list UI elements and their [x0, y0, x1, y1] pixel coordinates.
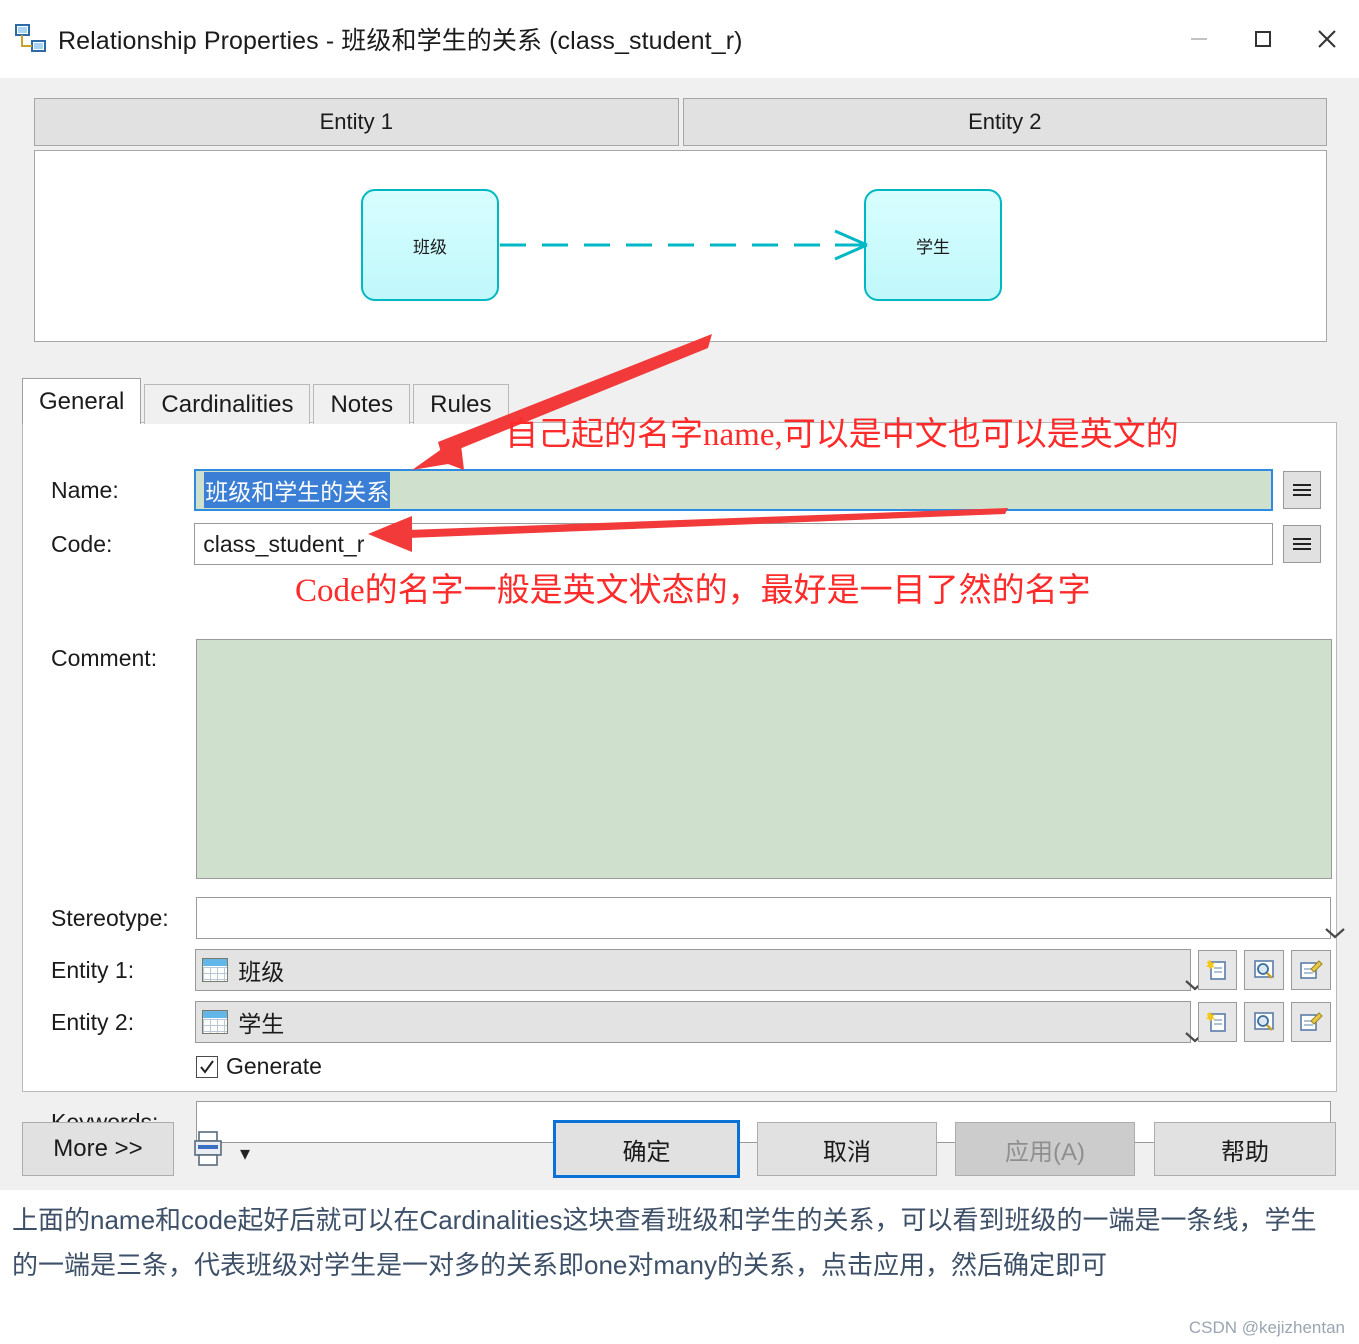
code-input-value: class_student_r	[203, 530, 365, 557]
minimize-button[interactable]	[1167, 0, 1231, 78]
entity-1-find-icon[interactable]	[1244, 950, 1285, 990]
tab-rules[interactable]: Rules	[413, 384, 509, 424]
generate-checkbox-row[interactable]: Generate	[196, 1053, 322, 1080]
comment-textarea[interactable]	[196, 639, 1332, 879]
entity-2-properties-icon[interactable]	[1291, 1002, 1331, 1042]
entity-1-label: Entity 1:	[51, 956, 135, 983]
generate-checkbox[interactable]	[196, 1055, 218, 1078]
maximize-button[interactable]	[1231, 0, 1295, 78]
table-icon	[202, 958, 229, 982]
tab-notes[interactable]: Notes	[313, 384, 411, 424]
more-button[interactable]: More >>	[22, 1122, 174, 1176]
preview-entity-2-label: 学生	[916, 237, 950, 257]
entity-1-create-icon[interactable]	[1197, 950, 1238, 990]
stereotype-label: Stereotype:	[51, 904, 169, 931]
entity-1-combobox[interactable]: 班级	[195, 949, 1205, 991]
tab-general[interactable]: General	[22, 378, 142, 424]
code-equals-button[interactable]	[1283, 525, 1321, 563]
caption-text: 上面的name和code起好后就可以在Cardinalities这块查看班级和学…	[12, 1205, 1317, 1280]
window-controls	[1167, 0, 1359, 78]
entity-2-row: Entity 2: 学生	[51, 1001, 1331, 1043]
code-row: Code: class_student_r	[51, 523, 1321, 565]
entity-1-properties-icon[interactable]	[1291, 950, 1331, 990]
general-tab-panel: Name: 班级和学生的关系 Code: class_student_r Com…	[22, 422, 1345, 1143]
name-label: Name:	[51, 476, 119, 503]
entity-2-create-icon[interactable]	[1197, 1002, 1238, 1042]
printer-icon[interactable]	[192, 1130, 228, 1168]
generate-label: Generate	[226, 1053, 322, 1079]
window-title: Relationship Properties - 班级和学生的关系 (clas…	[58, 27, 743, 55]
preview-entity-1-label: 班级	[413, 237, 447, 257]
entity-2-label: Entity 2:	[51, 1008, 135, 1035]
relationship-preview: 班级 学生	[34, 150, 1327, 342]
name-row: Name: 班级和学生的关系	[51, 469, 1321, 511]
preview-entity-2[interactable]: 学生	[864, 189, 1002, 301]
close-button[interactable]	[1295, 0, 1359, 78]
name-equals-button[interactable]	[1283, 471, 1321, 509]
caption-area: 上面的name和code起好后就可以在Cardinalities这块查看班级和学…	[0, 1190, 1359, 1344]
entity-1-header[interactable]: Entity 1	[34, 98, 679, 146]
entity-1-row: Entity 1: 班级	[51, 949, 1331, 991]
relationship-connector	[500, 229, 868, 261]
ok-button[interactable]: 确定	[553, 1120, 740, 1178]
code-input[interactable]: class_student_r	[194, 523, 1274, 565]
name-input[interactable]: 班级和学生的关系	[194, 469, 1274, 511]
tab-strip: General Cardinalities Notes Rules	[22, 378, 1337, 424]
watermark: CSDN @kejizhentan	[1188, 1318, 1345, 1337]
entity-2-find-icon[interactable]	[1244, 1002, 1285, 1042]
apply-button[interactable]: 应用(A)	[955, 1122, 1135, 1176]
table-icon	[202, 1010, 229, 1034]
print-dropdown-caret[interactable]: ▾	[240, 1141, 250, 1166]
entity-header-bar: Entity 1 Entity 2	[34, 98, 1327, 146]
cancel-button[interactable]: 取消	[757, 1122, 937, 1176]
dialog-body: Entity 1 Entity 2 班级 学生 General Cardinal…	[0, 78, 1359, 1190]
relationship-icon	[14, 22, 48, 56]
name-input-value: 班级和学生的关系	[204, 472, 391, 508]
comment-label: Comment:	[51, 645, 158, 671]
preview-entity-1[interactable]: 班级	[361, 189, 499, 301]
relationship-properties-window: Relationship Properties - 班级和学生的关系 (clas…	[0, 0, 1359, 1190]
entity-2-header[interactable]: Entity 2	[682, 98, 1327, 146]
entity-2-value: 学生	[238, 1011, 285, 1037]
tab-cardinalities[interactable]: Cardinalities	[144, 384, 311, 424]
entity-2-combobox[interactable]: 学生	[195, 1001, 1205, 1043]
dialog-footer: More >> ▾ 确定 取消 应用(A) 帮助	[0, 1108, 1359, 1190]
entity-1-value: 班级	[238, 959, 285, 985]
code-label: Code:	[51, 530, 113, 557]
stereotype-combobox[interactable]	[196, 897, 1345, 939]
stereotype-row: Stereotype:	[51, 897, 1345, 939]
help-button[interactable]: 帮助	[1154, 1122, 1336, 1176]
title-bar: Relationship Properties - 班级和学生的关系 (clas…	[0, 0, 1359, 78]
